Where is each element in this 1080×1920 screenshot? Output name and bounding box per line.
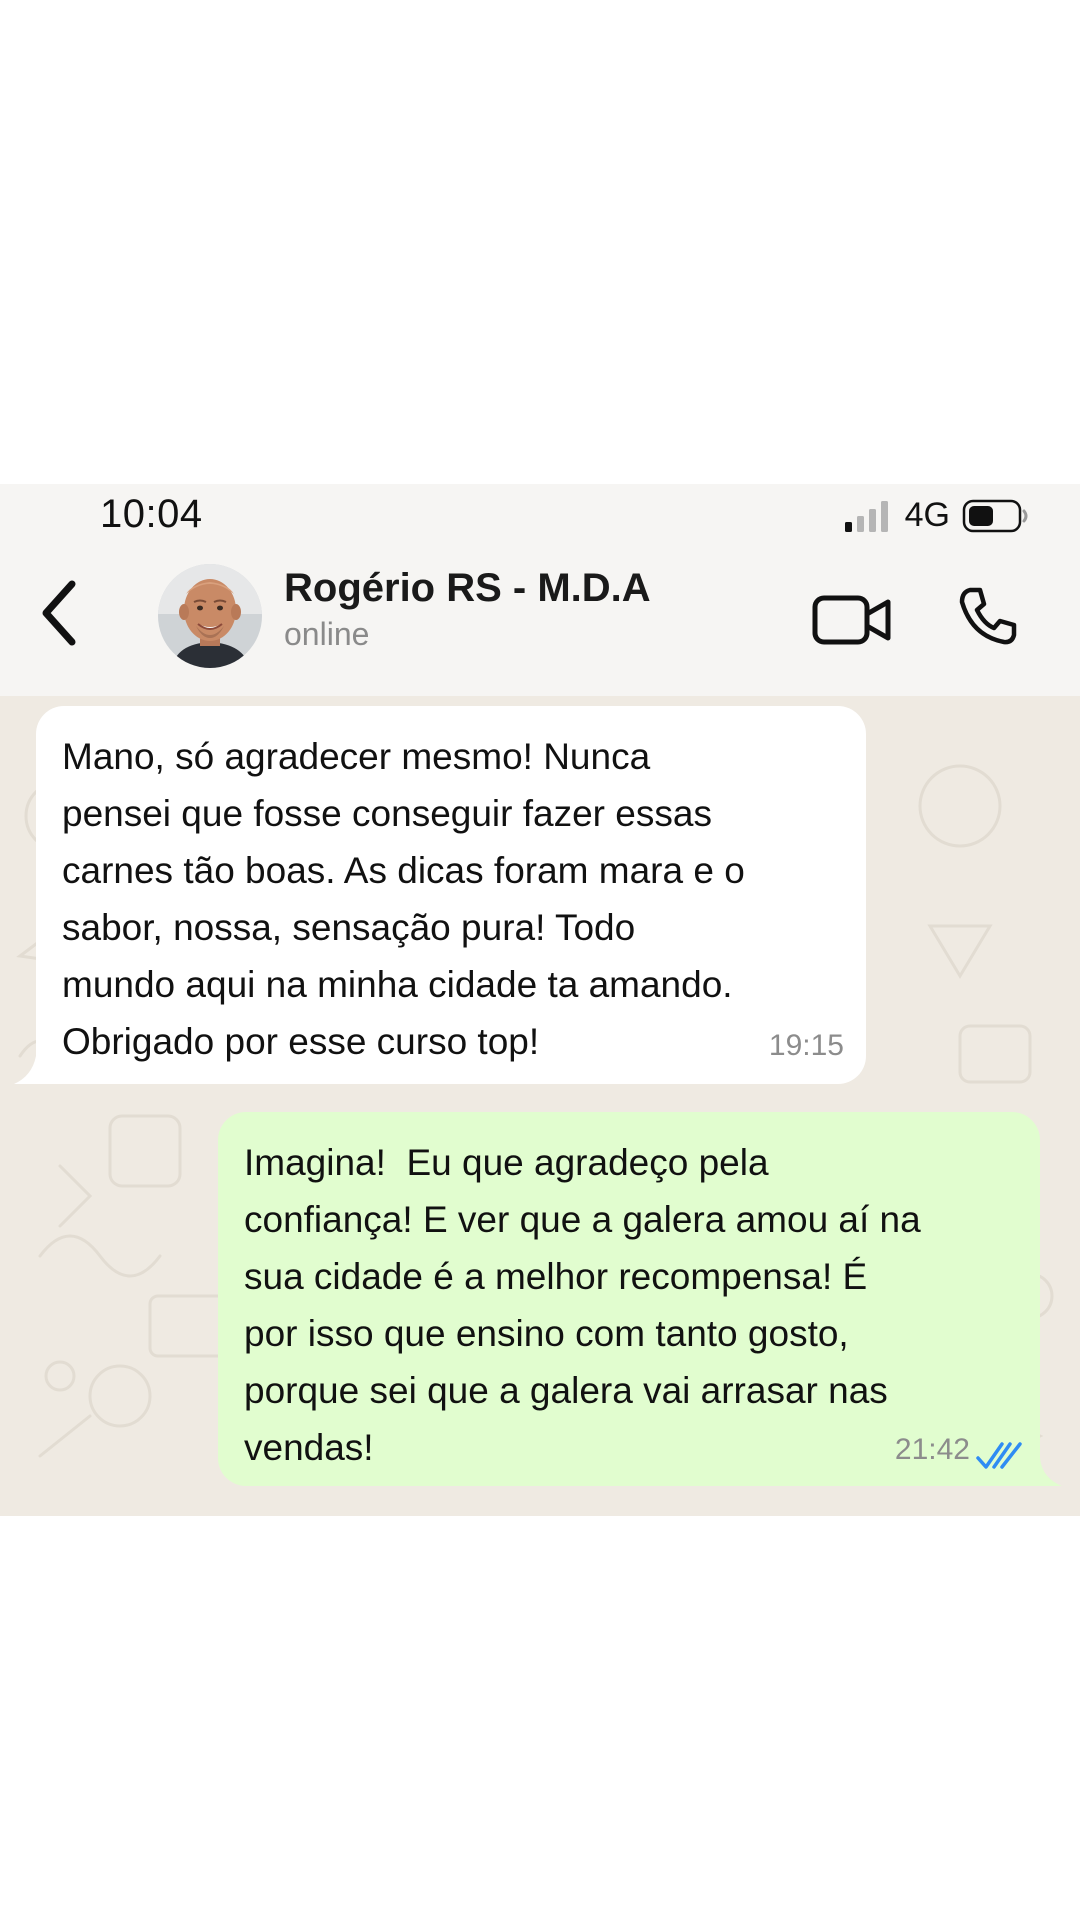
contact-name[interactable]: Rogério RS - M.D.A (284, 566, 651, 611)
status-time: 10:04 (100, 492, 203, 536)
chat-header: Rogério RS - M.D.A online (0, 548, 1080, 678)
message-line: carnes tão boas. As dicas foram mara e o (62, 850, 745, 891)
message-list[interactable]: Mano, só agradecer mesmo! Nunca pensei q… (0, 696, 1080, 1516)
message-timestamp: 21:42 (894, 1433, 970, 1466)
avatar[interactable] (158, 564, 262, 668)
status-bar: 10:04 4G (0, 484, 1080, 548)
video-camera-icon[interactable] (812, 592, 892, 648)
message-line: sua cidade é a melhor recompensa! É (244, 1256, 868, 1297)
status-indicators: 4G (843, 496, 1030, 535)
message-timestamp: 19:15 (768, 1029, 844, 1062)
message-line: pensei que fosse conseguir fazer essas (62, 793, 712, 834)
message-line: Obrigado por esse curso top! (62, 1021, 540, 1062)
signal-bars-icon (844, 500, 888, 532)
avatar-portrait-icon (158, 564, 262, 668)
back-chevron-icon[interactable] (36, 576, 86, 650)
incoming-bubble-tail (14, 1056, 44, 1084)
incoming-message[interactable]: Mano, só agradecer mesmo! Nunca pensei q… (36, 706, 866, 1084)
battery-icon (962, 499, 1028, 532)
chat-screen: 10:04 4G Rogério RS - M.D.A online Mano,… (0, 484, 1080, 1516)
outgoing-message[interactable]: Imagina! Eu que agradeço pela confiança!… (218, 1112, 1040, 1486)
message-line: sabor, nossa, sensação pura! Todo (62, 907, 636, 948)
network-type: 4G (904, 496, 950, 534)
message-line: por isso que ensino com tanto gosto, (244, 1313, 849, 1354)
contact-status: online (284, 616, 370, 652)
message-line: Imagina! Eu que agradeço pela (244, 1142, 769, 1183)
message-line: Mano, só agradecer mesmo! Nunca (62, 736, 651, 777)
message-line: confiança! E ver que a galera amou aí na (244, 1199, 921, 1240)
outgoing-bubble-tail (1032, 1458, 1062, 1486)
message-line: porque sei que a galera vai arrasar nas (244, 1370, 888, 1411)
message-line: mundo aqui na minha cidade ta amando. (62, 964, 733, 1005)
double-check-icon (976, 1442, 1022, 1469)
phone-icon[interactable] (956, 584, 1020, 648)
